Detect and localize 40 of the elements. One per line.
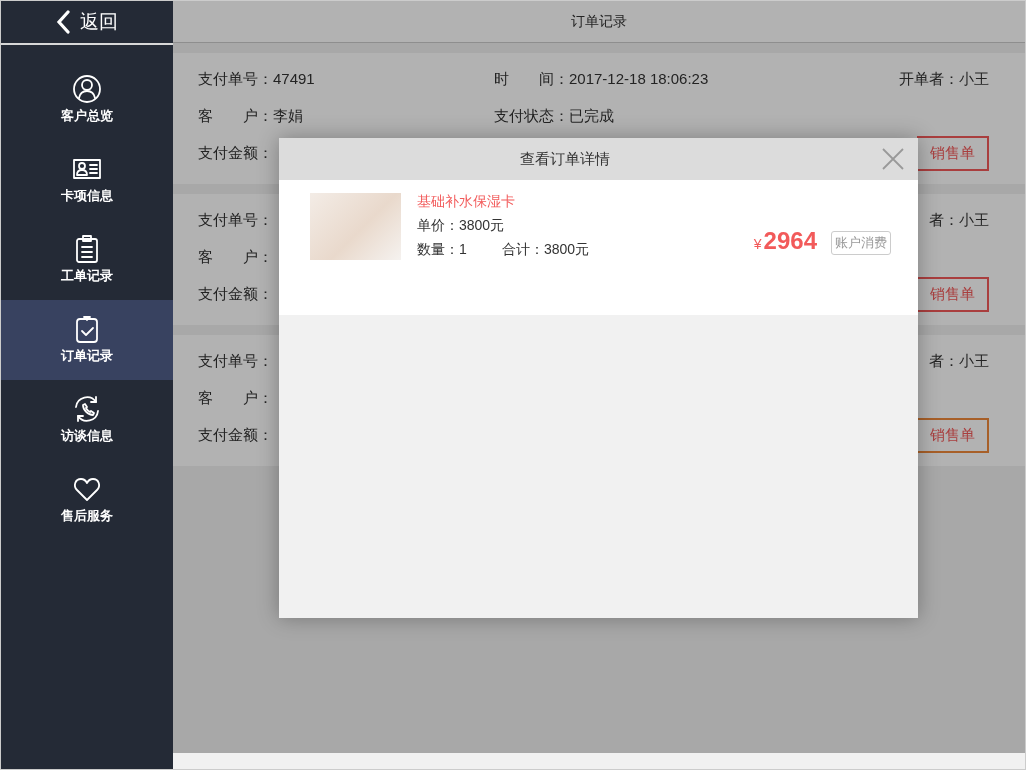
- order-field: 者：小王: [929, 211, 989, 229]
- sidebar-label: 客户总览: [61, 107, 113, 126]
- order-field: 支付金额：: [198, 285, 273, 303]
- sidebar-label: 访谈信息: [61, 427, 113, 446]
- dialog-title: 查看订单详情: [520, 148, 610, 169]
- order-field: 支付状态：已完成: [494, 107, 614, 125]
- sidebar-item[interactable]: 卡项信息: [1, 140, 173, 220]
- order-field: 客 户：李娟: [198, 107, 303, 125]
- order-field: 支付单号：: [198, 211, 273, 229]
- sidebar-item[interactable]: 订单记录: [1, 300, 173, 380]
- order-field: 客 户：: [198, 389, 273, 407]
- sidebar-item[interactable]: 访谈信息: [1, 380, 173, 460]
- phone-cycle-icon: [72, 394, 102, 425]
- unit-price: 单价：3800元: [417, 216, 506, 235]
- sidebar-label: 售后服务: [61, 507, 113, 526]
- close-icon[interactable]: [882, 148, 904, 170]
- sidebar-label: 工单记录: [61, 267, 113, 286]
- total-price: 合计：3800元: [502, 241, 590, 257]
- currency-symbol: ¥: [753, 235, 762, 254]
- sidebar-item[interactable]: 客户总览: [1, 60, 173, 140]
- back-chevron-icon: [56, 10, 70, 34]
- quantity: 数量：1: [417, 240, 468, 259]
- sidebar-item[interactable]: 售后服务: [1, 460, 173, 540]
- order-field: 支付单号：47491: [198, 70, 315, 88]
- sidebar-label: 订单记录: [61, 347, 113, 366]
- price-amount: 2964: [763, 226, 817, 256]
- order-field: 者：小王: [929, 352, 989, 370]
- order-field: 时 间：2017-12-18 18:06:23: [494, 70, 709, 88]
- product-name: 基础补水保湿卡: [417, 192, 516, 211]
- person-circle-icon: [72, 74, 102, 105]
- sidebar-item[interactable]: 工单记录: [1, 220, 173, 300]
- payment-tag: 账户消费: [831, 231, 891, 255]
- order-field: 支付金额：: [198, 426, 273, 444]
- order-field: 支付金额：: [198, 144, 273, 162]
- back-label: 返回: [80, 9, 118, 34]
- page-title: 订单记录: [173, 1, 1025, 43]
- order-field: 开单者：小王: [899, 70, 989, 88]
- sidebar-label: 卡项信息: [61, 187, 113, 206]
- order-field: 支付单号：: [198, 352, 273, 370]
- order-field: 客 户：: [198, 248, 273, 266]
